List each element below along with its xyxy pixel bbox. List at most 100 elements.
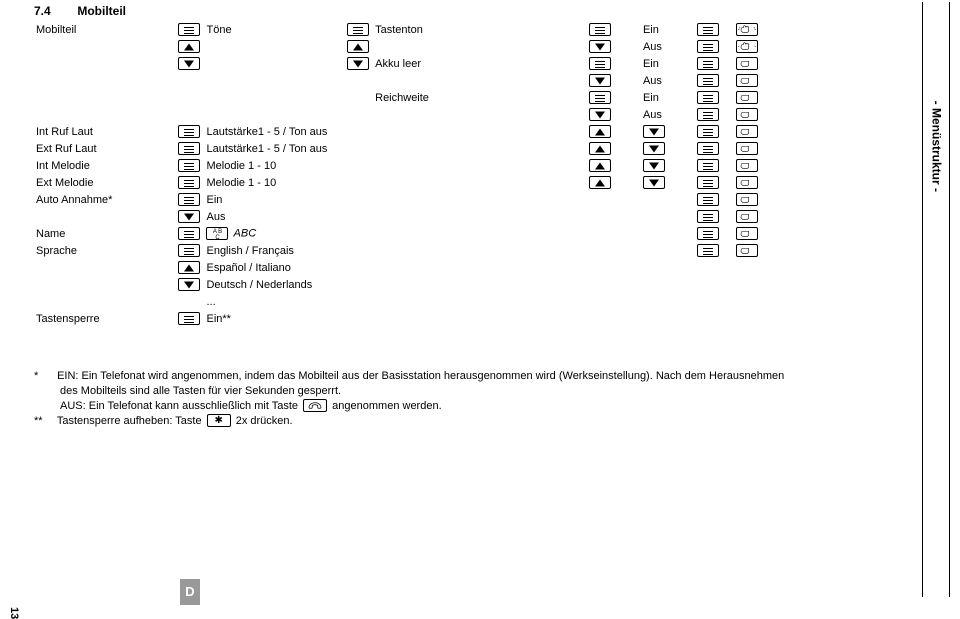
- menu-icon: [697, 244, 719, 257]
- menu-icon: [589, 23, 611, 36]
- cell: English / Français: [206, 245, 293, 257]
- hand-icon: [736, 74, 758, 87]
- menu-icon: [178, 312, 200, 325]
- sidebar-frame: - Menüstruktur -: [922, 2, 950, 597]
- menu-icon: [697, 176, 719, 189]
- cell: Töne: [206, 24, 231, 36]
- heading-number: 7.4: [34, 4, 74, 18]
- down-icon: [643, 159, 665, 172]
- menu-icon: [697, 193, 719, 206]
- menu-icon: [178, 176, 200, 189]
- menu-structure-table: Mobilteil Töne Tastenton Ein Aus Akku le…: [34, 21, 774, 327]
- down-icon: [178, 210, 200, 223]
- menu-icon: [697, 57, 719, 70]
- down-icon: [589, 108, 611, 121]
- cell: Mobilteil: [36, 24, 76, 36]
- cell: Aus: [206, 211, 225, 223]
- up-icon: [178, 261, 200, 274]
- page-number: 13: [8, 607, 20, 619]
- menu-icon: [178, 159, 200, 172]
- heading-title: Mobilteil: [77, 4, 126, 18]
- footnote-marker: *: [34, 369, 54, 384]
- hand-icon: [736, 108, 758, 121]
- cell: Ein: [643, 92, 659, 104]
- menu-icon: [589, 57, 611, 70]
- down-icon: [589, 40, 611, 53]
- footnote-text: AUS: Ein Telefonat kann ausschließlich m…: [60, 400, 298, 412]
- up-icon: [589, 159, 611, 172]
- language-box: D: [180, 579, 200, 605]
- hand-icon: [736, 210, 758, 223]
- menu-icon: [697, 108, 719, 121]
- cell: Reichweite: [375, 92, 429, 104]
- menu-icon: [697, 210, 719, 223]
- cell: Melodie 1 - 10: [206, 160, 276, 172]
- menu-icon: [697, 74, 719, 87]
- up-icon: [178, 40, 200, 53]
- cell: Tastenton: [375, 24, 423, 36]
- footnote-marker: **: [34, 414, 54, 429]
- hand-icon: [736, 23, 758, 36]
- cell: Ein**: [206, 313, 230, 325]
- up-icon: [589, 125, 611, 138]
- cell: Akku leer: [375, 58, 421, 70]
- down-icon: [643, 176, 665, 189]
- up-icon: [589, 142, 611, 155]
- down-icon: [643, 142, 665, 155]
- footnotes: * EIN: Ein Telefonat wird angenommen, in…: [34, 369, 904, 428]
- menu-icon: [697, 23, 719, 36]
- down-icon: [178, 57, 200, 70]
- cell: Tastensperre: [36, 313, 100, 325]
- menu-icon: [697, 159, 719, 172]
- down-icon: [643, 125, 665, 138]
- cell: Sprache: [36, 245, 77, 257]
- hand-icon: [736, 142, 758, 155]
- cell: ...: [206, 296, 215, 308]
- cell: Español / Italiano: [206, 262, 290, 274]
- cell: Deutsch / Nederlands: [206, 279, 312, 291]
- sidebar-label: - Menüstruktur -: [929, 101, 943, 192]
- cell: Aus: [643, 109, 662, 121]
- cell: Int Ruf Laut: [36, 126, 93, 138]
- cell: Ein: [206, 194, 222, 206]
- hand-icon: [736, 159, 758, 172]
- cell: Name: [36, 228, 65, 240]
- menu-icon: [178, 244, 200, 257]
- menu-icon: [697, 227, 719, 240]
- up-icon: [589, 176, 611, 189]
- menu-icon: [589, 91, 611, 104]
- cell: Ext Melodie: [36, 177, 93, 189]
- cell: Aus: [643, 41, 662, 53]
- cell: Int Melodie: [36, 160, 90, 172]
- cell: Ext Ruf Laut: [36, 143, 97, 155]
- menu-icon: [697, 125, 719, 138]
- hand-icon: [736, 91, 758, 104]
- hand-icon: [736, 176, 758, 189]
- hand-icon: [736, 40, 758, 53]
- star-key-icon: ✱: [207, 414, 231, 427]
- hand-icon: [736, 57, 758, 70]
- menu-icon: [347, 23, 369, 36]
- call-key-icon: [303, 399, 327, 412]
- menu-icon: [178, 23, 200, 36]
- cell: Auto Annahme*: [36, 194, 112, 206]
- hand-icon: [736, 244, 758, 257]
- cell: Aus: [643, 75, 662, 87]
- cell: Melodie 1 - 10: [206, 177, 276, 189]
- footnote-text: Tastensperre aufheben: Taste: [57, 415, 202, 427]
- menu-icon: [697, 40, 719, 53]
- menu-icon: [178, 142, 200, 155]
- footnote-text: angenommen werden.: [332, 400, 441, 412]
- footnote-text: EIN: Ein Telefonat wird angenommen, inde…: [57, 370, 784, 382]
- menu-icon: [697, 91, 719, 104]
- footnote-text: des Mobilteils sind alle Tasten für vier…: [60, 385, 341, 397]
- section-heading: 7.4 Mobilteil: [34, 4, 930, 18]
- down-icon: [589, 74, 611, 87]
- footnote-text: 2x drücken.: [236, 415, 293, 427]
- cell: ABC: [234, 227, 257, 239]
- cell: Lautstärke1 - 5 / Ton aus: [206, 126, 327, 138]
- down-icon: [347, 57, 369, 70]
- cell: Lautstärke1 - 5 / Ton aus: [206, 143, 327, 155]
- up-icon: [347, 40, 369, 53]
- cell: Ein: [643, 24, 659, 36]
